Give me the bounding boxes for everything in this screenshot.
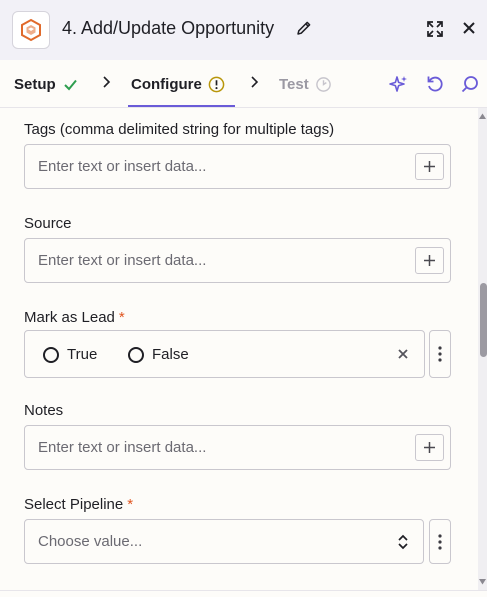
warning-icon	[208, 76, 225, 93]
more-vertical-icon	[438, 346, 442, 362]
pencil-icon[interactable]	[295, 19, 313, 37]
mark-as-lead-label-text: Mark as Lead	[24, 309, 115, 326]
active-tab-indicator	[128, 105, 235, 107]
step-tabs: Setup Configure Test	[0, 60, 487, 108]
notes-label: Notes	[24, 402, 64, 419]
panel-header: 4. Add/Update Opportunity	[0, 0, 487, 60]
scroll-up-arrow-icon[interactable]	[478, 112, 487, 120]
clock-icon	[315, 77, 331, 92]
tags-label: Tags (comma delimited string for multipl…	[24, 121, 335, 138]
scroll-down-arrow-icon[interactable]	[478, 578, 487, 586]
radio-false[interactable]: False	[128, 346, 189, 363]
plus-icon	[424, 161, 435, 172]
expand-icon[interactable]	[425, 19, 445, 39]
close-icon[interactable]	[461, 20, 477, 36]
field-options-button[interactable]	[429, 519, 451, 564]
sparkle-icon[interactable]	[389, 74, 409, 94]
field-options-button[interactable]	[429, 330, 451, 378]
select-pipeline-label: Select Pipeline *	[24, 496, 133, 513]
radio-circle-icon	[128, 346, 144, 363]
tab-configure[interactable]: Configure	[131, 76, 225, 93]
checkmark-icon	[63, 79, 77, 91]
source-input[interactable]: Enter text or insert data...	[24, 238, 451, 283]
tab-test[interactable]: Test	[279, 76, 332, 93]
notes-input[interactable]: Enter text or insert data...	[24, 425, 451, 470]
tags-placeholder: Enter text or insert data...	[38, 158, 207, 175]
mark-as-lead-label: Mark as Lead *	[24, 309, 125, 326]
scrollbar-thumb[interactable]	[480, 283, 487, 357]
tab-setup-label: Setup	[14, 76, 56, 93]
step-title: 4. Add/Update Opportunity	[62, 18, 275, 38]
more-vertical-icon	[438, 533, 442, 550]
radio-circle-icon	[43, 346, 59, 363]
chevron-updown-icon	[398, 534, 408, 550]
select-pipeline-label-text: Select Pipeline	[24, 496, 124, 513]
refresh-icon[interactable]	[425, 74, 445, 94]
radio-false-label: False	[152, 346, 189, 363]
tags-input[interactable]: Enter text or insert data...	[24, 144, 451, 189]
tab-configure-label: Configure	[131, 76, 202, 93]
tab-test-label: Test	[279, 76, 309, 93]
search-icon[interactable]	[460, 74, 480, 94]
chevron-right-icon	[103, 76, 111, 88]
plus-icon	[424, 442, 435, 453]
insert-data-button[interactable]	[415, 247, 444, 274]
source-label: Source	[24, 215, 72, 232]
pipeline-select[interactable]: Choose value...	[24, 519, 424, 564]
mark-as-lead-radio-group: True False	[24, 330, 425, 378]
insert-data-button[interactable]	[415, 153, 444, 180]
tab-setup[interactable]: Setup	[14, 76, 79, 93]
source-placeholder: Enter text or insert data...	[38, 252, 207, 269]
notes-placeholder: Enter text or insert data...	[38, 439, 207, 456]
divider	[0, 590, 487, 591]
required-marker: *	[118, 309, 125, 326]
required-marker: *	[127, 496, 134, 513]
app-logo-icon	[12, 11, 50, 49]
chevron-right-icon	[251, 76, 259, 88]
pipeline-placeholder: Choose value...	[38, 533, 143, 550]
insert-data-button[interactable]	[415, 434, 444, 461]
radio-true-label: True	[67, 346, 98, 363]
radio-true[interactable]: True	[43, 346, 97, 363]
plus-icon	[424, 255, 435, 266]
clear-icon[interactable]	[397, 348, 409, 360]
